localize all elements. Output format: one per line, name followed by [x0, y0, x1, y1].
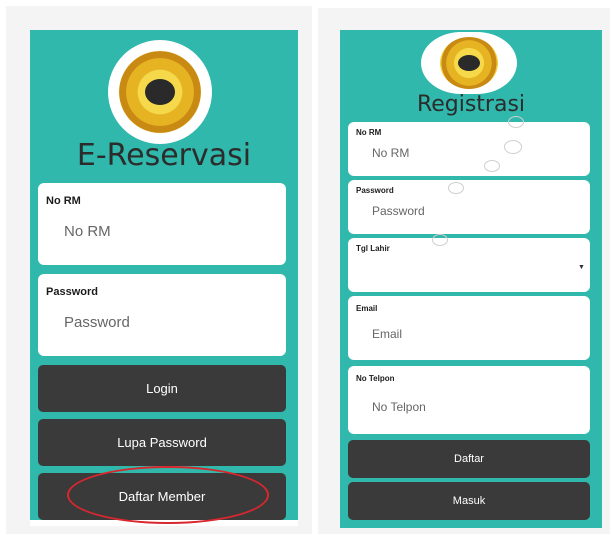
phone-input[interactable]	[372, 400, 572, 414]
touch-ripple	[484, 160, 500, 172]
password-field[interactable]: Password	[38, 274, 286, 356]
password-label: Password	[46, 286, 98, 298]
email-input[interactable]	[372, 327, 572, 341]
birth-date-label: Tgl Lahir	[356, 244, 390, 253]
back-to-login-button[interactable]: Masuk	[348, 482, 590, 520]
no-rm-field[interactable]: No RM	[348, 122, 590, 176]
hospital-emblem-icon	[119, 51, 201, 133]
password-label: Password	[356, 186, 394, 195]
email-label: Email	[356, 304, 378, 313]
login-button[interactable]: Login	[38, 365, 286, 412]
login-screen: E-Reservasi No RM Password Login Lupa Pa…	[30, 30, 298, 526]
password-input[interactable]	[372, 204, 572, 218]
register-screen: Registrasi No RM Password Tgl Lahir ▼ Em…	[340, 30, 602, 528]
bottom-link-strip	[30, 520, 298, 526]
password-field[interactable]: Password	[348, 180, 590, 234]
touch-ripple	[504, 140, 522, 154]
no-rm-input[interactable]	[64, 223, 264, 240]
logo-container	[108, 40, 212, 144]
touch-ripple	[448, 182, 464, 194]
touch-ripple	[432, 234, 448, 246]
touch-ripple	[508, 116, 524, 128]
dropdown-arrow-icon[interactable]: ▼	[578, 264, 585, 271]
forgot-password-button[interactable]: Lupa Password	[38, 419, 286, 466]
app-title: E-Reservasi	[76, 138, 252, 173]
phone-label: No Telpon	[356, 374, 395, 383]
email-field[interactable]: Email	[348, 296, 590, 360]
no-rm-input[interactable]	[372, 146, 572, 160]
register-submit-button[interactable]: Daftar	[348, 440, 590, 478]
birth-date-field[interactable]: Tgl Lahir ▼	[348, 238, 590, 292]
hospital-emblem-icon	[440, 37, 498, 89]
no-rm-field[interactable]: No RM	[38, 183, 286, 265]
register-title: Registrasi	[416, 92, 526, 117]
no-rm-label: No RM	[356, 128, 382, 137]
logo-container	[421, 32, 517, 94]
no-rm-label: No RM	[46, 195, 81, 207]
password-input[interactable]	[64, 314, 264, 331]
register-member-button[interactable]: Daftar Member	[38, 473, 286, 520]
phone-field[interactable]: No Telpon	[348, 366, 590, 434]
